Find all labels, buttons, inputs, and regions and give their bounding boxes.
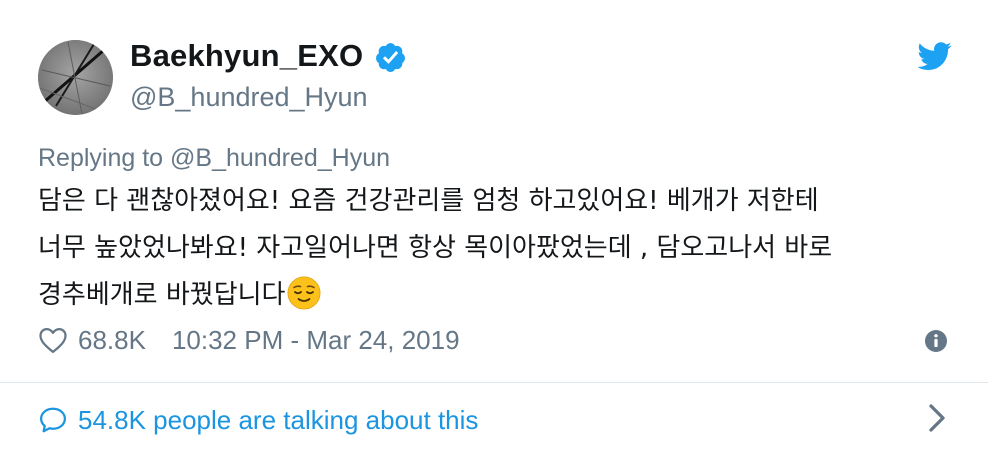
tweet-text-line: 담은 다 괜찮아졌어요! 요즘 건강관리를 엄청 하고있어요! 베개가 저한테	[38, 186, 819, 216]
conversation-link[interactable]: 54.8K people are talking about this	[38, 400, 950, 440]
tweet-text-line-content: 경추베개로 바꿨답니다	[38, 280, 286, 310]
replying-to-prefix: Replying to	[38, 144, 164, 172]
reply-mention-link[interactable]: @B_hundred_Hyun	[170, 144, 390, 172]
tweet-text-line: 경추베개로 바꿨답니다	[38, 272, 968, 319]
talking-about-label[interactable]: 54.8K people are talking about this	[78, 405, 478, 436]
tweet-text-line: 너무 높았었나봐요! 자고일어나면 항상 목이아팠었는데 , 담오고나서 바로	[38, 233, 833, 263]
like-count[interactable]: 68.8K	[78, 325, 146, 356]
relieved-face-emoji	[287, 276, 321, 310]
avatar-image	[38, 40, 113, 115]
tweet-text: 담은 다 괜찮아졌어요! 요즘 건강관리를 엄청 하고있어요! 베개가 저한테 …	[38, 178, 968, 319]
replying-to: Replying to @B_hundred_Hyun	[38, 144, 390, 173]
verified-badge-icon	[376, 43, 405, 72]
speech-bubble-icon	[40, 407, 66, 433]
tweet-meta: 68.8K 10:32 PM - Mar 24, 2019	[38, 322, 460, 358]
chevron-right-icon[interactable]	[928, 403, 946, 433]
tweet-card: Baekhyun_EXO @B_hundred_Hyun Replying to…	[0, 0, 988, 454]
divider	[0, 382, 988, 383]
heart-outline-icon[interactable]	[38, 326, 68, 354]
twitter-bird-icon[interactable]	[916, 42, 952, 72]
tweet-timestamp[interactable]: 10:32 PM - Mar 24, 2019	[172, 325, 460, 356]
avatar[interactable]	[38, 40, 113, 115]
user-handle[interactable]: @B_hundred_Hyun	[130, 82, 368, 113]
info-icon[interactable]	[924, 329, 948, 353]
display-name[interactable]: Baekhyun_EXO	[130, 38, 363, 74]
